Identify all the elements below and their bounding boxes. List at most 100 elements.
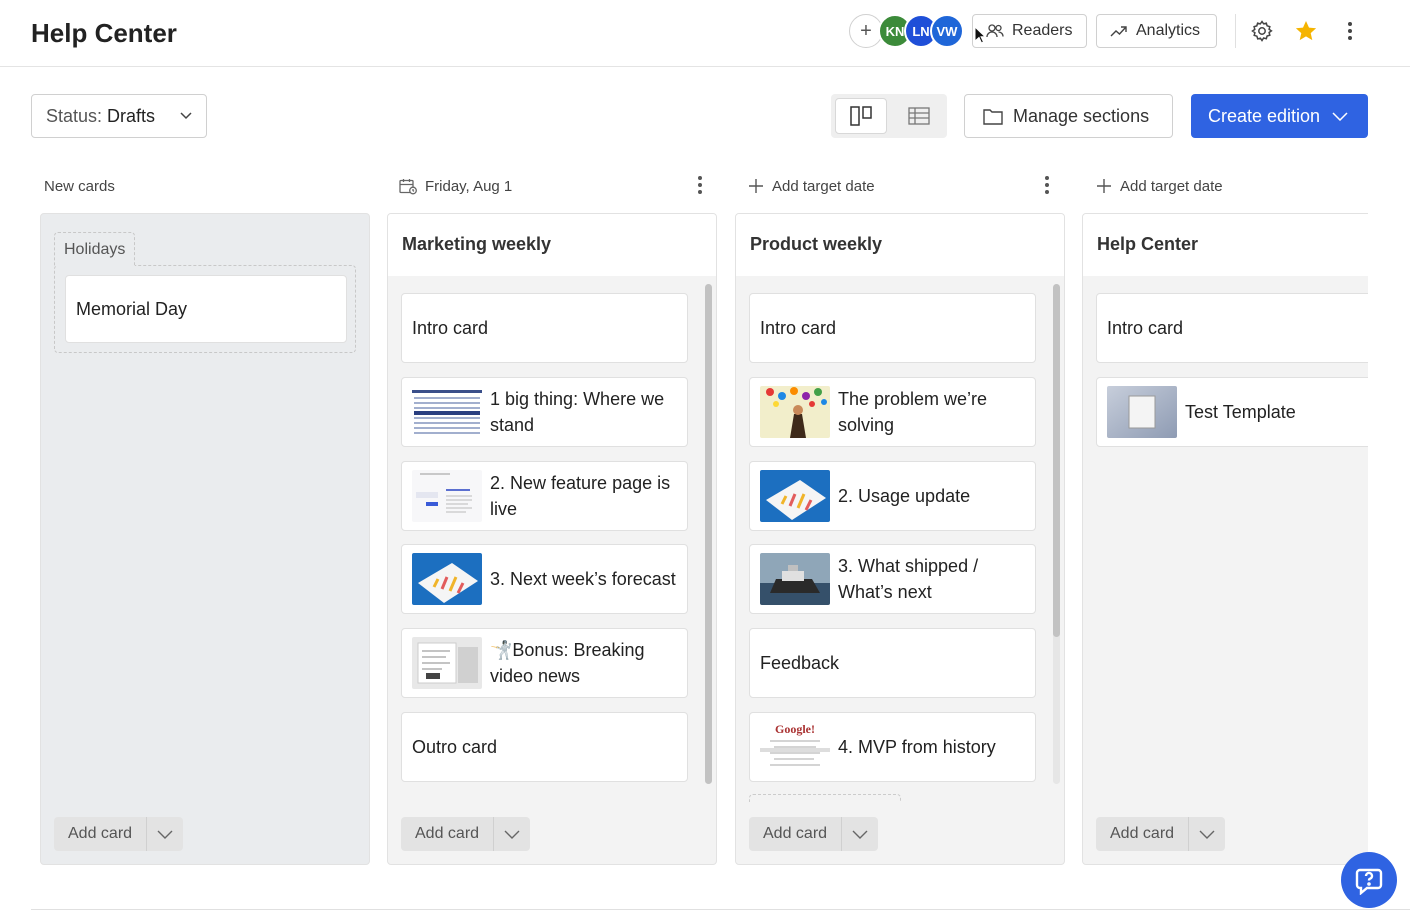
card[interactable]: 3. What shipped / What’s next [749, 544, 1036, 614]
chevron-down-icon [180, 112, 192, 120]
chevron-down-icon [852, 830, 868, 839]
column-clip: Help Center Intro card Test Template Add… [1082, 213, 1368, 865]
add-card-control: Add card [401, 817, 531, 851]
card[interactable]: Test Template [1096, 377, 1368, 447]
mouse-cursor-icon [974, 26, 986, 44]
card[interactable]: Intro card [1096, 293, 1368, 363]
card-list: Intro card Test Template [1083, 276, 1368, 802]
card[interactable]: 3. Next week’s forecast [401, 544, 688, 614]
add-target-date-button[interactable]: Add target date [748, 172, 875, 200]
google-logo-text: Google! [775, 722, 815, 736]
document-thumbnail [412, 386, 482, 438]
card-title: 3. What shipped / What’s next [838, 556, 979, 602]
scrollbar[interactable] [705, 284, 712, 784]
column-header-new-cards: New cards [44, 172, 115, 200]
board-view-button[interactable] [835, 98, 887, 134]
header-divider [1235, 14, 1236, 48]
board-view-icon [850, 106, 872, 126]
add-card-button[interactable]: Add card [749, 817, 843, 851]
section-column-marketing-weekly: Marketing weekly Intro card 1 big thing:… [387, 213, 717, 865]
card[interactable]: 🤺Bonus: Breaking video news [401, 628, 688, 698]
create-edition-button[interactable]: Create edition [1191, 94, 1368, 138]
card-title: Memorial Day [76, 298, 188, 319]
add-card-menu-button[interactable] [1189, 817, 1225, 851]
page-title: Help Center [31, 18, 177, 48]
card-title: 2. Usage update [838, 486, 971, 506]
template-thumbnail [1107, 386, 1177, 438]
column-header-label: New cards [44, 177, 115, 195]
section-title[interactable]: Marketing weekly [388, 214, 716, 276]
card-title: 4. MVP from history [838, 737, 996, 757]
section-title[interactable]: Product weekly [736, 214, 1064, 276]
chart-thumbnail [412, 553, 482, 605]
help-chat-icon [1355, 868, 1383, 895]
section-title[interactable]: Help Center [1083, 214, 1368, 276]
manage-sections-label: Manage sections [1013, 105, 1150, 126]
column-menu-icon[interactable] [696, 176, 704, 196]
card[interactable]: 2. New feature page is live [401, 461, 688, 531]
card[interactable]: Memorial Day [65, 275, 347, 343]
card-title: Feedback [760, 653, 840, 673]
chevron-down-icon [157, 830, 173, 839]
card[interactable]: Intro card [401, 293, 688, 363]
card-title: Intro card [760, 318, 837, 338]
create-edition-label: Create edition [1208, 105, 1321, 126]
column-header-date[interactable]: Friday, Aug 1 [399, 172, 512, 200]
readers-label: Readers [1012, 22, 1073, 39]
add-target-date-button[interactable]: Add target date [1096, 172, 1223, 200]
add-card-menu-button[interactable] [494, 817, 530, 851]
add-card-menu-button[interactable] [842, 817, 878, 851]
help-chat-button[interactable] [1341, 852, 1397, 908]
card[interactable]: Feedback [749, 628, 1036, 698]
card-title: 3. Next week’s forecast [490, 569, 676, 589]
holidays-group: Memorial Day [54, 265, 356, 353]
analytics-label: Analytics [1136, 22, 1201, 39]
card-list: Intro card The problem we’re solving 2. … [736, 276, 1064, 802]
readers-button[interactable]: Readers [972, 14, 1087, 48]
card[interactable]: Outro card [401, 712, 688, 782]
card[interactable]: Google! 4. MVP from history [749, 712, 1036, 782]
table-view-button[interactable] [893, 98, 945, 134]
analytics-button[interactable]: Analytics [1096, 14, 1217, 48]
card[interactable]: 1 big thing: Where we stand [401, 377, 688, 447]
add-card-button[interactable]: Add card [1096, 817, 1190, 851]
card-title: Test Template [1185, 402, 1296, 422]
plus-icon [749, 179, 763, 193]
view-toggle [831, 94, 947, 138]
add-card-button[interactable]: Add card [401, 817, 495, 851]
status-filter-select[interactable]: Status: Drafts [31, 94, 207, 138]
star-icon[interactable] [1292, 17, 1320, 45]
illustration-thumbnail [760, 386, 830, 438]
users-icon [986, 24, 1004, 38]
manage-sections-button[interactable]: Manage sections [964, 94, 1173, 138]
section-column-product-weekly: Product weekly Intro card The problem we… [735, 213, 1065, 865]
card-title: Intro card [412, 318, 489, 338]
column-header-label: Friday, Aug 1 [425, 177, 513, 195]
holidays-group-label[interactable]: Holidays [54, 232, 136, 266]
add-card-menu-button[interactable] [147, 817, 183, 851]
card[interactable]: The problem we’re solving [749, 377, 1036, 447]
status-filter-label: Status: [46, 105, 103, 126]
table-view-icon [908, 107, 930, 125]
card[interactable]: 2. Usage update [749, 461, 1036, 531]
add-card-control: Add card [54, 817, 184, 851]
chevron-down-icon [504, 830, 520, 839]
column-menu-icon[interactable] [1043, 176, 1051, 196]
settings-icon[interactable] [1248, 17, 1276, 45]
avatar[interactable]: VW [930, 14, 964, 48]
column-header-label: Add target date [1120, 177, 1223, 195]
card[interactable]: Intro card [749, 293, 1036, 363]
add-card-button[interactable]: Add card [54, 817, 148, 851]
webpage-thumbnail [412, 470, 482, 522]
chevron-down-icon [1199, 830, 1215, 839]
scrollbar[interactable] [1053, 284, 1060, 784]
card-title: 🤺Bonus: Breaking video news [490, 640, 645, 686]
card-title: 2. New feature page is live [490, 473, 671, 519]
card-list: Intro card 1 big thing: Where we stand 2… [388, 276, 716, 802]
trending-up-icon [1110, 26, 1127, 37]
google-thumbnail: Google! [760, 721, 830, 773]
calendar-icon [399, 178, 417, 194]
add-card-control: Add card [1096, 817, 1226, 851]
more-vertical-icon[interactable] [1336, 17, 1364, 45]
card-title: 1 big thing: Where we stand [490, 389, 665, 435]
